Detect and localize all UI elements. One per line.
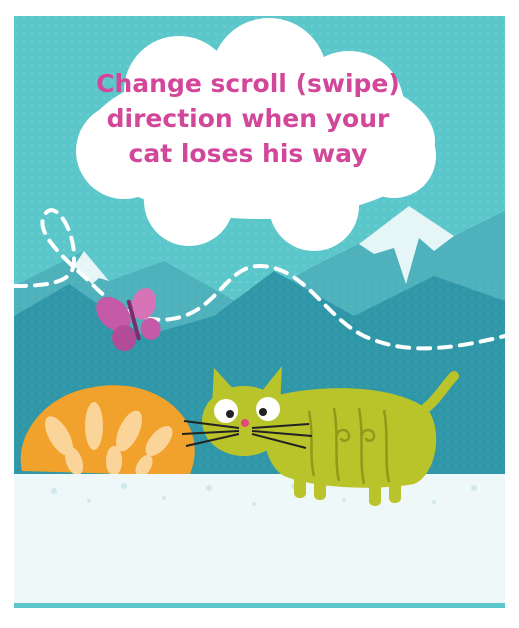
snowy-ground — [14, 474, 505, 608]
headline: Change scroll (swipe) direction when you… — [96, 69, 400, 168]
bottom-accent-bar — [14, 603, 505, 608]
